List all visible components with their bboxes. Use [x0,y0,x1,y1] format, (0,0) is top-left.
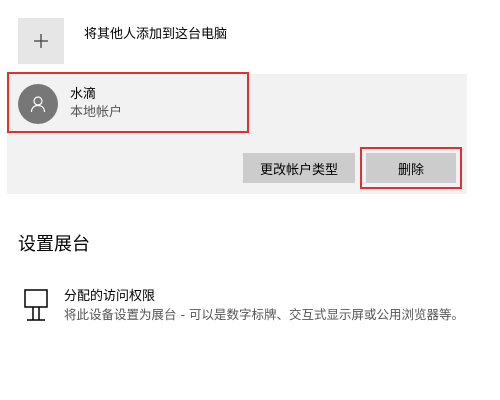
account-name: 水滴 [70,87,97,102]
assigned-access-title: 分配的访问权限 [64,289,156,304]
assigned-access-text: 分配的访问权限 将此设备设置为展台 - 可以是数字标牌、交互式显示屏或公用浏览器… [64,288,464,323]
person-icon [28,94,48,114]
family-other-users-page: 将其他人添加到这台电脑 水滴 本地帐户 更改帐户类型 删除 设置展台 分配的访问… [0,0,500,400]
add-other-user-label: 将其他人添加到这台电脑 [84,27,228,42]
plus-icon [33,33,49,49]
add-user-tile[interactable] [18,18,64,64]
change-account-type-button[interactable]: 更改帐户类型 [243,153,355,183]
avatar [18,84,58,124]
assigned-access-item[interactable]: 分配的访问权限 将此设备设置为展台 - 可以是数字标牌、交互式显示屏或公用浏览器… [22,288,464,324]
account-text: 水滴 本地帐户 [70,86,122,122]
add-other-user-button[interactable]: 将其他人添加到这台电脑 [18,18,227,64]
delete-button[interactable]: 删除 [366,153,456,183]
assigned-access-description: 将此设备设置为展台 - 可以是数字标牌、交互式显示屏或公用浏览器等。 [64,307,464,322]
kiosk-section-heading: 设置展台 [18,234,90,255]
account-panel: 水滴 本地帐户 更改帐户类型 删除 [7,72,467,194]
account-item[interactable]: 水滴 本地帐户 [18,84,122,124]
kiosk-icon [22,288,50,324]
account-type: 本地帐户 [70,105,123,120]
